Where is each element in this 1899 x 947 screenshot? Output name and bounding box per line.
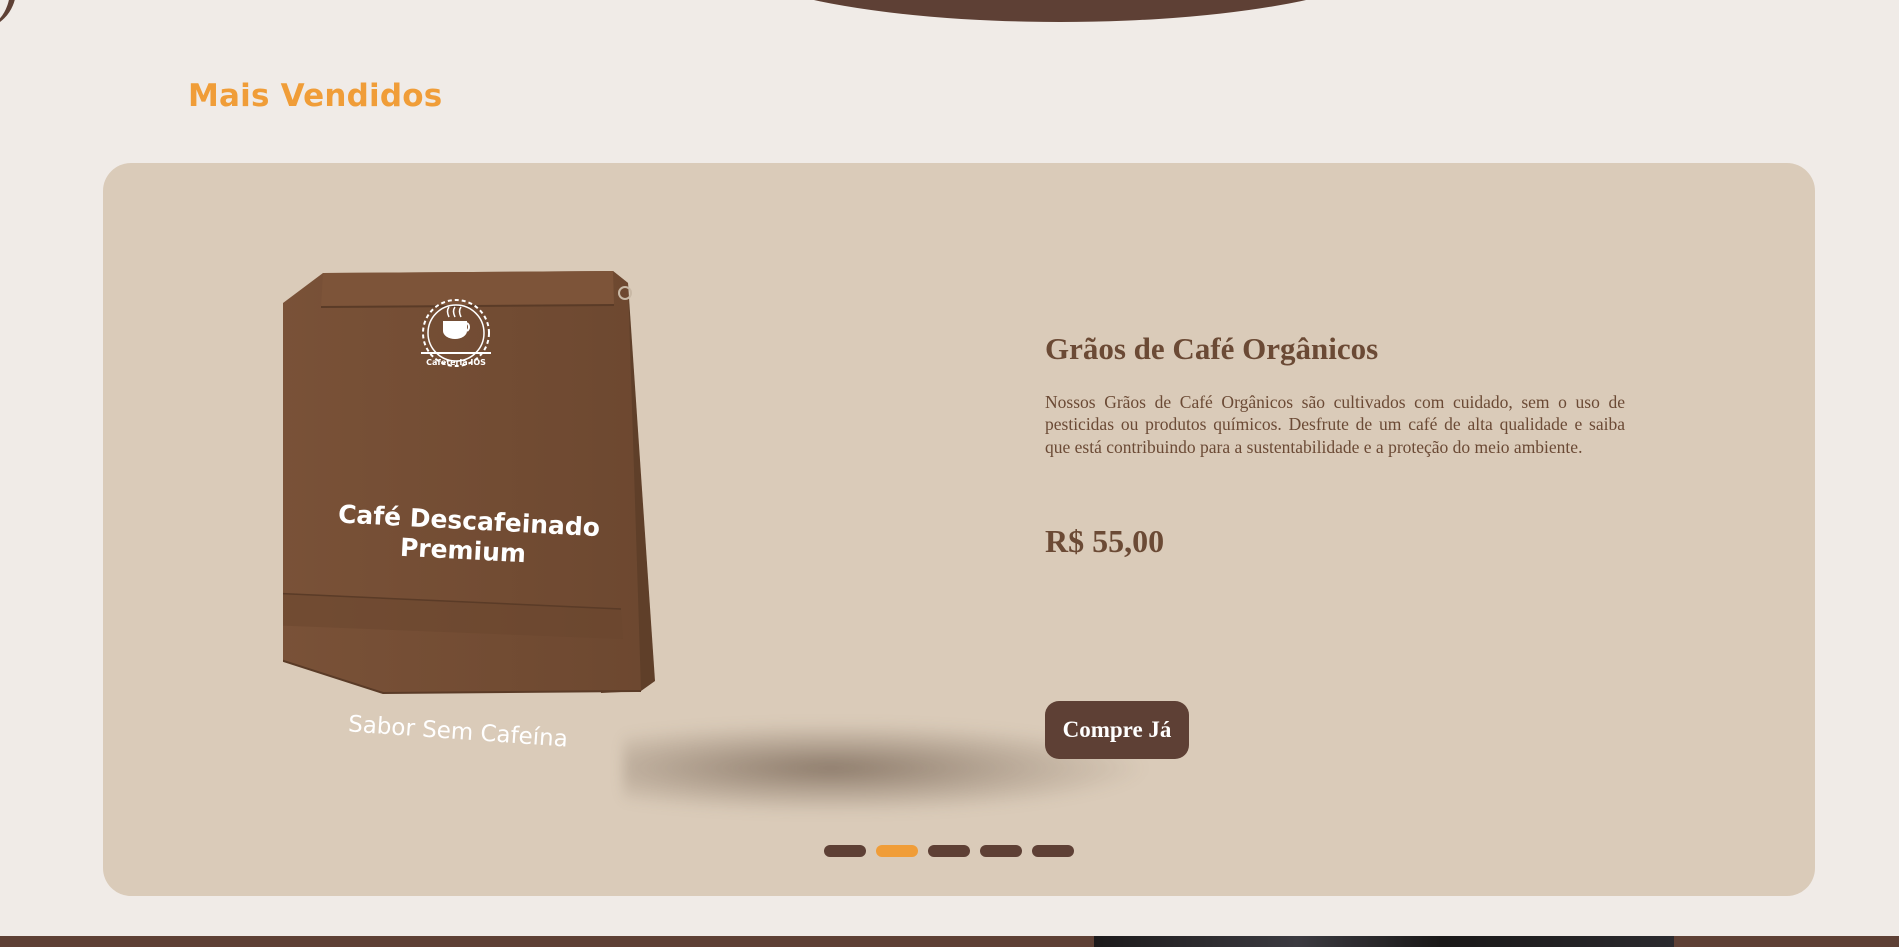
product-carousel-card: Cafeteria IOS Café Descafeinado Premium …	[103, 163, 1815, 896]
carousel-dot[interactable]	[824, 845, 866, 857]
bag-tagline: Sabor Sem Cafeína	[347, 711, 569, 753]
carousel-dot[interactable]	[928, 845, 970, 857]
carousel-dot[interactable]	[980, 845, 1022, 857]
corner-decoration	[0, 0, 16, 30]
header-curve	[720, 0, 1400, 22]
carousel-pagination	[824, 845, 1074, 857]
carousel-dot[interactable]	[876, 845, 918, 857]
product-price: R$ 55,00	[1045, 523, 1165, 559]
product-title: Grãos de Café Orgânicos	[1045, 331, 1379, 366]
carousel-dot[interactable]	[1032, 845, 1074, 857]
buy-now-button[interactable]: Compre Já	[1045, 701, 1189, 759]
product-description: Nossos Grãos de Café Orgânicos são culti…	[1045, 392, 1625, 457]
section-title: Mais Vendidos	[188, 78, 443, 114]
coffee-bag-image	[283, 271, 655, 695]
next-section-image	[1094, 936, 1674, 947]
bag-logo-text: Cafeteria IOS	[426, 358, 486, 367]
